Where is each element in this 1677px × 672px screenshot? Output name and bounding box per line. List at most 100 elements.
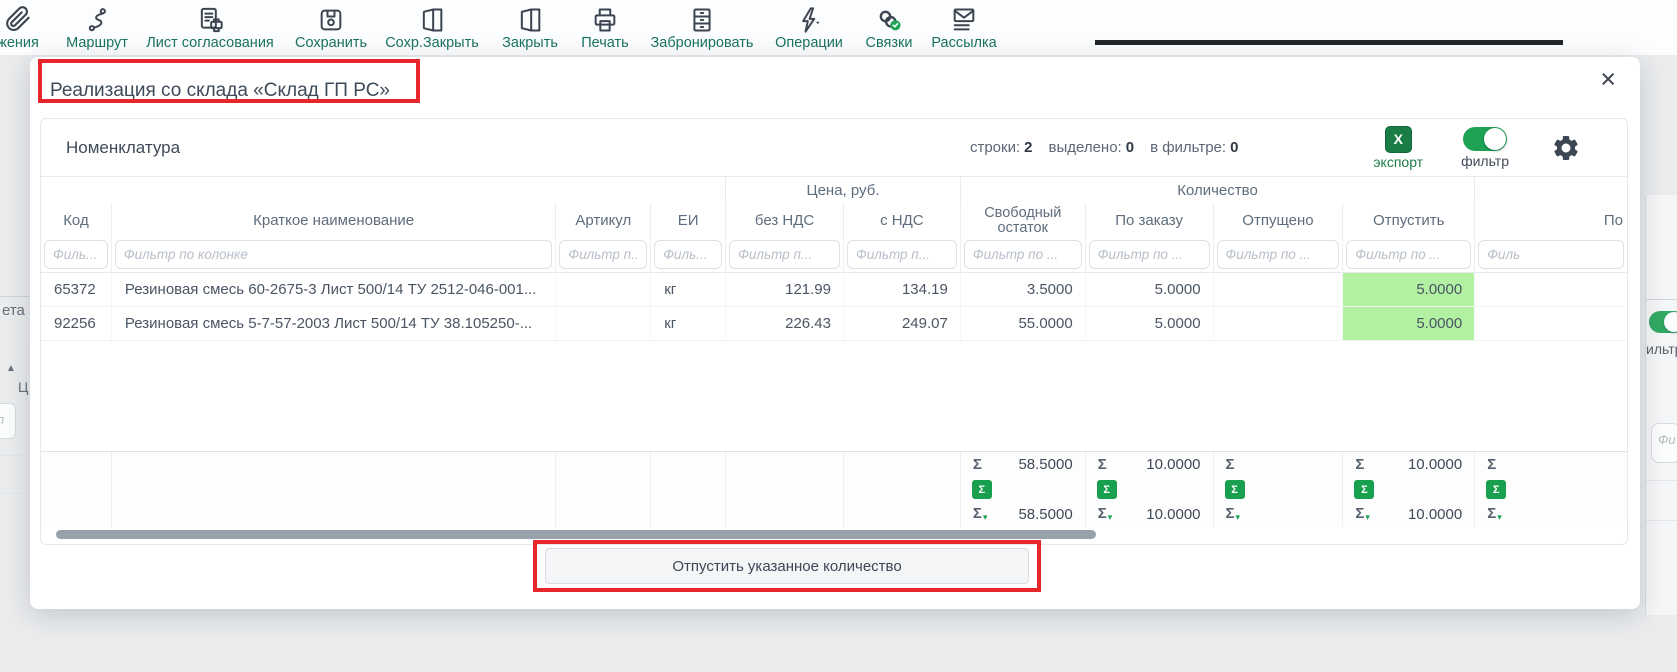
- column-header-to-release[interactable]: Отпустить: [1342, 203, 1474, 237]
- release-quantity-button[interactable]: Отпустить указанное количество: [545, 548, 1029, 584]
- filter-input-price-vat[interactable]: [847, 240, 957, 269]
- sum-button[interactable]: Σ: [972, 480, 992, 499]
- cell-free-stock: 55.0000: [960, 307, 1085, 340]
- column-header-article[interactable]: Артикул: [555, 203, 650, 237]
- horizontal-scrollbar[interactable]: [56, 530, 1096, 539]
- background-fragment-left: ета ▲ Ц п: [0, 55, 30, 615]
- envelope-icon: [950, 4, 978, 34]
- sort-arrow-icon: ▲: [6, 363, 16, 374]
- toolbar-item-label: Связки: [866, 35, 913, 51]
- cell-to-release-editable[interactable]: 5.0000: [1342, 307, 1474, 340]
- toolbar-item-save-close[interactable]: Сохр.Закрыть: [382, 4, 482, 51]
- sigma-filtered-icon: Σ▾: [1487, 505, 1502, 523]
- column-header-unit[interactable]: ЕИ: [650, 203, 725, 237]
- toolbar-item-label: жения: [0, 35, 39, 51]
- totals-footer: Σ58.5000 Σ Σ▾58.5000 Σ10.0000 Σ Σ▾10.000…: [41, 451, 1627, 527]
- sigma-filtered-icon: Σ▾: [973, 505, 988, 523]
- approval-sheet-icon: [196, 4, 224, 34]
- column-header-free-stock[interactable]: Свободный остаток: [960, 203, 1085, 237]
- cell-released: [1213, 273, 1343, 306]
- totals-on-order: Σ10.0000 Σ Σ▾10.0000: [1085, 452, 1213, 527]
- column-header-extra[interactable]: По: [1474, 203, 1627, 237]
- screen: жения Маршрут Лист согласования Сохранит…: [0, 0, 1677, 672]
- top-toolbar: жения Маршрут Лист согласования Сохранит…: [0, 0, 1677, 55]
- toolbar-item-label: Лист согласования: [146, 35, 274, 51]
- printer-icon: [591, 4, 619, 34]
- filter-input-price-no-vat[interactable]: [729, 240, 840, 269]
- totals-to-release: Σ10.0000 Σ Σ▾10.0000: [1342, 452, 1474, 527]
- cell-unit: кг: [650, 307, 725, 340]
- cell-on-order: 5.0000: [1085, 307, 1213, 340]
- table-row[interactable]: 65372 Резиновая смесь 60-2675-3 Лист 500…: [41, 273, 1627, 307]
- column-header-name[interactable]: Краткое наименование: [111, 203, 555, 237]
- filter-input-unit[interactable]: [654, 240, 722, 269]
- sigma-filtered-icon: Σ▾: [1098, 505, 1113, 523]
- table-row[interactable]: 92256 Резиновая смесь 5-7-57-2003 Лист 5…: [41, 307, 1627, 341]
- toolbar-item-label: Сохранить: [295, 35, 367, 51]
- column-header-on-order[interactable]: По заказу: [1085, 203, 1213, 237]
- column-header-released[interactable]: Отпущено: [1213, 203, 1343, 237]
- cell-extra: [1474, 307, 1627, 340]
- column-header-price-vat[interactable]: с НДС: [843, 203, 960, 237]
- filter-input-to-release[interactable]: [1346, 240, 1471, 269]
- cell-price-vat: 249.07: [843, 307, 960, 340]
- column-header-code[interactable]: Код: [41, 203, 111, 237]
- nomenclature-panel: Номенклатура строки:2 выделено:0 в фильт…: [40, 118, 1628, 545]
- cell-to-release-editable[interactable]: 5.0000: [1342, 273, 1474, 306]
- sum-button[interactable]: Σ: [1354, 480, 1374, 499]
- column-header-price-no-vat[interactable]: без НДС: [725, 203, 843, 237]
- group-header-price: Цена, руб.: [725, 177, 960, 203]
- sum-button[interactable]: Σ: [1097, 480, 1117, 499]
- cell-free-stock: 3.5000: [960, 273, 1085, 306]
- cell-unit: кг: [650, 273, 725, 306]
- totals-released: Σ Σ Σ▾: [1213, 452, 1343, 527]
- toolbar-item-close[interactable]: Закрыть: [494, 4, 566, 51]
- panel-header: Номенклатура строки:2 выделено:0 в фильт…: [41, 119, 1627, 177]
- sum-button[interactable]: Σ: [1225, 480, 1245, 499]
- toolbar-item-approval-sheet[interactable]: Лист согласования: [142, 4, 278, 51]
- toolbar-item-save[interactable]: Сохранить: [286, 4, 376, 51]
- background-window-edge: [1095, 40, 1563, 45]
- filter-toggle[interactable]: [1463, 127, 1507, 151]
- cell-code: 65372: [41, 273, 111, 306]
- filter-input-name[interactable]: [115, 240, 552, 269]
- sigma-filtered-icon: Σ▾: [1226, 505, 1241, 523]
- cell-on-order: 5.0000: [1085, 273, 1213, 306]
- toolbar-item-attachments[interactable]: жения: [0, 4, 50, 51]
- chain-link-icon: [875, 4, 903, 34]
- filter-input-code[interactable]: [44, 240, 108, 269]
- cell-code: 92256: [41, 307, 111, 340]
- filter-input-released[interactable]: [1217, 240, 1340, 269]
- cell-article: [555, 307, 650, 340]
- cell-article: [555, 273, 650, 306]
- table-stats: строки:2 выделено:0 в фильтре:0: [970, 139, 1238, 156]
- filter-input-free-stock[interactable]: [964, 240, 1082, 269]
- empty-table-space: [41, 341, 1627, 451]
- gear-icon[interactable]: [1551, 133, 1581, 163]
- sigma-filtered-icon: Σ▾: [1355, 505, 1370, 523]
- toolbar-item-print[interactable]: Печать: [574, 4, 636, 51]
- realization-modal: × Реализация со склада «Склад ГП РС» Ном…: [30, 57, 1640, 609]
- filter-input-article[interactable]: [559, 240, 647, 269]
- filter-input-on-order[interactable]: [1089, 240, 1210, 269]
- toolbar-item-links[interactable]: Связки: [858, 4, 920, 51]
- column-header-row: Код Краткое наименование Артикул ЕИ без …: [41, 203, 1627, 237]
- toolbar-item-mailing[interactable]: Рассылка: [924, 4, 1004, 51]
- close-icon[interactable]: ×: [1594, 65, 1622, 94]
- toolbar-item-operations[interactable]: Операции: [768, 4, 850, 51]
- cell-price-vat: 134.19: [843, 273, 960, 306]
- totals-free-stock: Σ58.5000 Σ Σ▾58.5000: [960, 452, 1085, 527]
- toolbar-item-reserve[interactable]: Забронировать: [646, 4, 758, 51]
- panel-title: Номенклатура: [66, 138, 180, 158]
- stat-rows: строки:2: [970, 139, 1033, 156]
- excel-export-icon: X: [1385, 126, 1412, 153]
- close-door-icon: [516, 4, 544, 34]
- background-fragment-right: ильтр Фи: [1643, 55, 1677, 615]
- export-button[interactable]: X экспорт: [1373, 126, 1423, 170]
- totals-extra: Σ Σ Σ▾: [1474, 452, 1627, 527]
- filter-input-extra[interactable]: [1478, 240, 1624, 269]
- toolbar-item-label: Маршрут: [66, 35, 128, 51]
- sum-button[interactable]: Σ: [1486, 480, 1506, 499]
- cell-price-no-vat: 121.99: [725, 273, 843, 306]
- toolbar-item-route[interactable]: Маршрут: [58, 4, 136, 51]
